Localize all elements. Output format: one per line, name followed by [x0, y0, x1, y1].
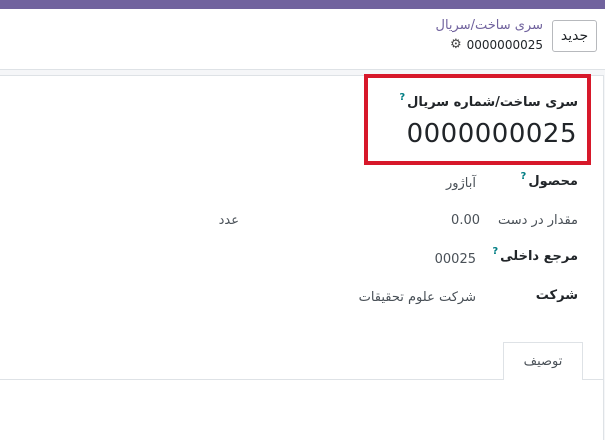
internal-ref-field[interactable]: 00025 — [435, 252, 476, 267]
internal-ref-label-text: مرجع داخلی — [500, 249, 578, 264]
control-panel: جدید سری ساخت/سریال ⚙ 0000000025 — [0, 9, 605, 70]
tab-border — [583, 379, 603, 380]
quantity-field: 0.00 — [451, 213, 480, 228]
serial-title-label: سری ساخت/شماره سریال ? — [399, 92, 578, 110]
record-name: 0000000025 — [466, 37, 543, 52]
company-label: شرکت — [536, 288, 578, 303]
top-navbar — [0, 0, 605, 9]
quantity-label: مقدار در دست — [498, 213, 578, 228]
product-label-text: محصول — [528, 174, 578, 189]
company-field[interactable]: شرکت علوم تحقیقات — [359, 290, 476, 305]
product-field[interactable]: آباژور — [446, 176, 476, 191]
help-icon[interactable]: ? — [492, 246, 498, 257]
gear-icon[interactable]: ⚙ — [450, 37, 462, 52]
tab-border — [0, 379, 503, 380]
serial-title-text: سری ساخت/شماره سریال — [407, 95, 578, 110]
record-title-line: ⚙ 0000000025 — [450, 37, 543, 52]
breadcrumb-link[interactable]: سری ساخت/سریال — [436, 18, 544, 33]
quantity-label-text: مقدار در دست — [497, 213, 578, 228]
help-icon[interactable]: ? — [399, 92, 405, 103]
tab-description[interactable]: توصیف — [503, 342, 583, 380]
serial-number-field[interactable]: 0000000025 — [407, 119, 577, 149]
company-label-text: شرکت — [535, 288, 578, 303]
product-label: محصول ? — [521, 171, 578, 189]
internal-ref-label: مرجع داخلی ? — [492, 246, 578, 264]
help-icon[interactable]: ? — [521, 171, 527, 182]
new-button[interactable]: جدید — [552, 20, 597, 52]
quantity-unit: عدد — [218, 213, 239, 228]
